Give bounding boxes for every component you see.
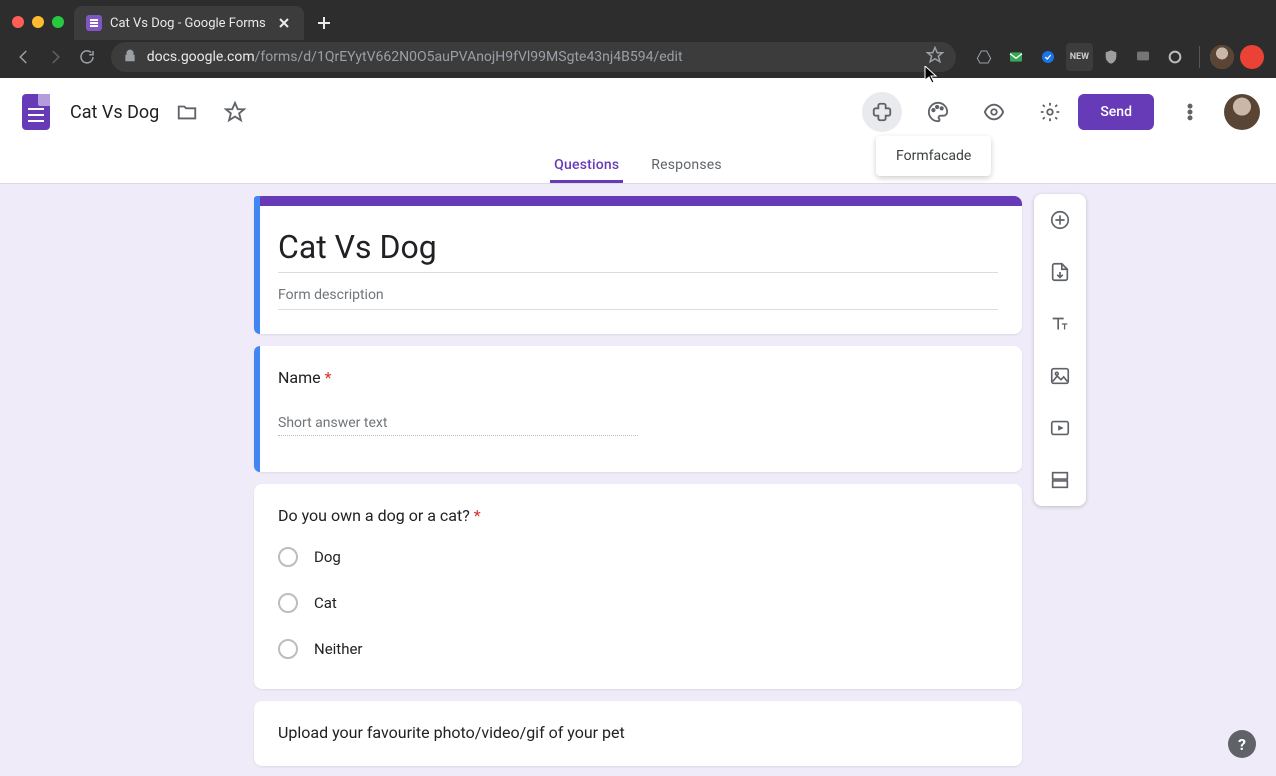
preview-button[interactable] <box>974 92 1014 132</box>
extension-divider <box>1199 46 1200 68</box>
browser-tab[interactable]: Cat Vs Dog - Google Forms <box>74 6 304 40</box>
radio-icon <box>278 639 298 659</box>
customize-theme-button[interactable] <box>918 92 958 132</box>
url-text: docs.google.com/forms/d/1QrEYytV662N0O5a… <box>147 49 683 65</box>
question-card[interactable]: Upload your favourite photo/video/gif of… <box>254 701 1022 766</box>
extension-red-icon[interactable] <box>1238 43 1266 71</box>
form-title[interactable]: Cat Vs Dog <box>278 228 998 266</box>
tab-responses[interactable]: Responses <box>647 157 726 183</box>
star-button[interactable] <box>215 92 255 132</box>
option-label: Dog <box>314 548 341 566</box>
question-toolbar <box>1034 194 1086 506</box>
divider <box>278 309 998 310</box>
add-image-button[interactable] <box>1042 358 1078 394</box>
add-title-button[interactable] <box>1042 306 1078 342</box>
option-row[interactable]: Cat <box>278 593 998 613</box>
account-avatar[interactable] <box>1224 94 1260 130</box>
form-header-card[interactable]: Cat Vs Dog Form description <box>254 196 1022 334</box>
bookmark-star-icon[interactable] <box>926 46 944 68</box>
address-bar[interactable]: docs.google.com/forms/d/1QrEYytV662N0O5a… <box>111 42 956 72</box>
tab-questions[interactable]: Questions <box>550 157 623 183</box>
option-label: Cat <box>314 594 337 612</box>
question-text: Do you own a dog or a cat? <box>278 506 470 525</box>
extension-circle-icon[interactable] <box>1161 43 1189 71</box>
radio-icon <box>278 593 298 613</box>
form-description[interactable]: Form description <box>278 287 998 303</box>
tab-title: Cat Vs Dog - Google Forms <box>110 16 268 31</box>
profile-avatar-icon[interactable] <box>1210 45 1234 69</box>
forms-logo-icon[interactable] <box>16 92 56 132</box>
add-section-button[interactable] <box>1042 462 1078 498</box>
close-window-icon[interactable] <box>12 16 24 28</box>
addons-button[interactable] <box>862 92 902 132</box>
minimize-window-icon[interactable] <box>32 16 44 28</box>
option-row[interactable]: Dog <box>278 547 998 567</box>
addon-tooltip: Formfacade <box>876 136 991 176</box>
question-text: Name <box>278 368 321 387</box>
extension-new-icon[interactable]: NEW <box>1066 43 1093 71</box>
import-questions-button[interactable] <box>1042 254 1078 290</box>
extension-shield-icon[interactable] <box>1097 43 1125 71</box>
send-button[interactable]: Send <box>1078 94 1154 130</box>
reload-button[interactable] <box>73 41 101 73</box>
required-asterisk: * <box>325 368 332 387</box>
help-button[interactable]: ? <box>1228 730 1256 758</box>
divider <box>278 272 998 273</box>
extension-drive-icon[interactable] <box>970 43 998 71</box>
question-card[interactable]: Name* Short answer text <box>254 346 1022 472</box>
add-video-button[interactable] <box>1042 410 1078 446</box>
close-tab-icon[interactable] <box>276 15 292 31</box>
document-title[interactable]: Cat Vs Dog <box>70 102 159 123</box>
radio-icon <box>278 547 298 567</box>
url-path: /forms/d/1QrEYytV662N0O5auPVAnojH9fVl99M… <box>255 49 683 65</box>
forms-favicon-icon <box>86 15 102 31</box>
short-answer-placeholder: Short answer text <box>278 415 638 436</box>
forward-button[interactable] <box>42 41 70 73</box>
move-to-folder-button[interactable] <box>167 92 207 132</box>
option-row[interactable]: Neither <box>278 639 998 659</box>
question-label[interactable]: Do you own a dog or a cat?* <box>278 506 998 525</box>
required-asterisk: * <box>474 506 481 525</box>
question-label[interactable]: Name* <box>278 368 998 387</box>
window-controls[interactable] <box>8 16 74 40</box>
new-tab-button[interactable] <box>310 9 338 37</box>
option-label: Neither <box>314 640 363 658</box>
question-label[interactable]: Upload your favourite photo/video/gif of… <box>278 723 998 742</box>
extension-blue-icon[interactable] <box>1034 43 1062 71</box>
url-host: docs.google.com <box>147 49 255 65</box>
more-options-button[interactable] <box>1170 92 1210 132</box>
extension-chat-icon[interactable] <box>1129 43 1157 71</box>
extension-mail-icon[interactable] <box>1002 43 1030 71</box>
maximize-window-icon[interactable] <box>52 16 64 28</box>
settings-button[interactable] <box>1030 92 1070 132</box>
question-card[interactable]: Do you own a dog or a cat?* Dog Cat Neit… <box>254 484 1022 689</box>
editor-tabs: Questions Responses <box>0 146 1276 184</box>
lock-icon <box>123 48 137 67</box>
back-button[interactable] <box>10 41 38 73</box>
add-question-button[interactable] <box>1042 202 1078 238</box>
